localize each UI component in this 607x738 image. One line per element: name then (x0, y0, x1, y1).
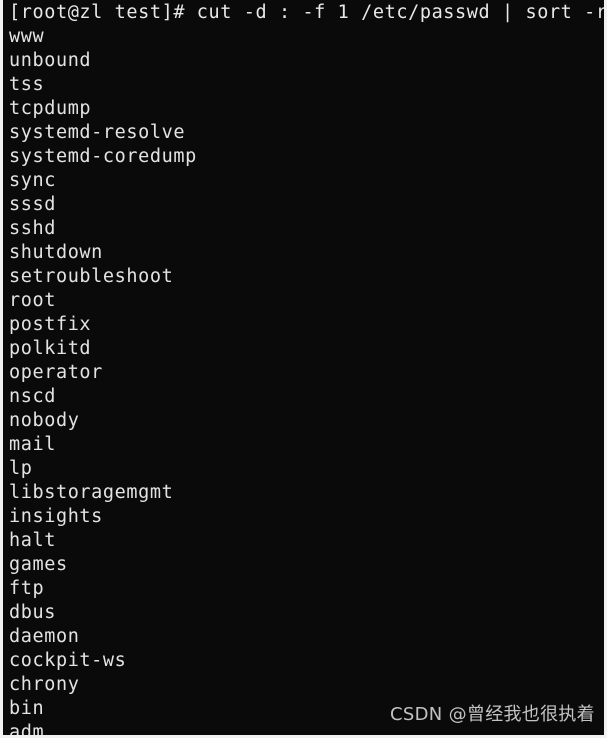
terminal-prompt-line: [root@zl test]# cut -d : -f 1 /etc/passw… (9, 2, 607, 23)
terminal-output-line: lp (9, 458, 33, 479)
terminal-output-line: mail (9, 434, 56, 455)
terminal-output-line: systemd-resolve (9, 122, 186, 143)
terminal-output-line: dbus (9, 602, 56, 623)
terminal-output-line: games (9, 554, 68, 575)
terminal-output-line: nobody (9, 410, 80, 431)
terminal-output-line: libstoragemgmt (9, 482, 174, 503)
terminal-output-line: sshd (9, 218, 56, 239)
terminal-output-line: postfix (9, 314, 92, 335)
terminal-output-line: chrony (9, 674, 80, 695)
terminal-output-line: sync (9, 170, 56, 191)
terminal-output-line: daemon (9, 626, 80, 647)
terminal-output-line: unbound (9, 50, 92, 71)
terminal-output-line: tcpdump (9, 98, 92, 119)
terminal-output-line: adm (9, 722, 45, 738)
terminal-window[interactable]: [root@zl test]# cut -d : -f 1 /etc/passw… (0, 0, 607, 738)
terminal-output-line: ftp (9, 578, 45, 599)
terminal-output-line: tss (9, 74, 45, 95)
terminal-output-line: insights (9, 506, 103, 527)
terminal-output-lines: www unbound tss tcpdump systemd-resolve syste… (9, 25, 604, 738)
terminal-output-line: cockpit-ws (9, 650, 127, 671)
terminal-output-line: sssd (9, 194, 56, 215)
terminal-output-line: bin (9, 698, 45, 719)
terminal-output-area[interactable]: [root@zl test]# cut -d : -f 1 /etc/passw… (3, 0, 604, 735)
terminal-output-line: operator (9, 362, 103, 383)
terminal-output-line: halt (9, 530, 56, 551)
terminal-output-line: root (9, 290, 56, 311)
terminal-output-line: shutdown (9, 242, 103, 263)
terminal-output-line: www (9, 26, 45, 47)
terminal-output-line: polkitd (9, 338, 92, 359)
terminal-output-line: systemd-coredump (9, 146, 197, 167)
terminal-output-line: setroubleshoot (9, 266, 174, 287)
terminal-output-line: nscd (9, 386, 56, 407)
